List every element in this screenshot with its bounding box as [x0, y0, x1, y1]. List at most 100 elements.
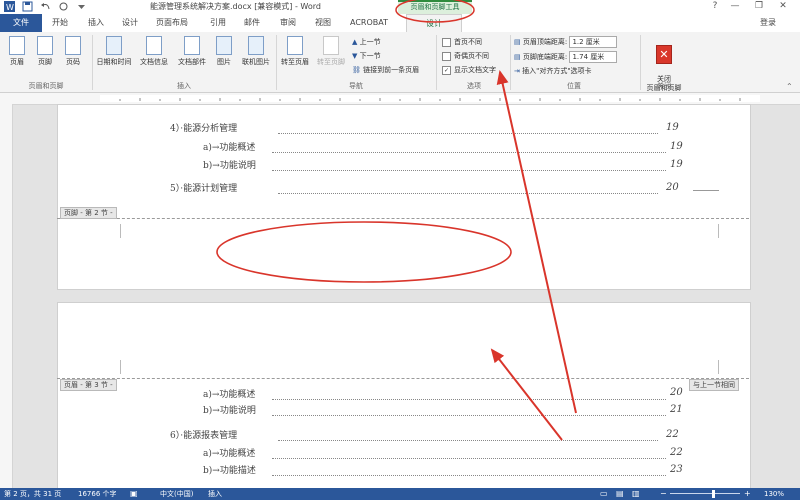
header-button[interactable]: 页眉 — [6, 36, 28, 67]
toc-entry[interactable]: 5）·能源计划管理 — [170, 182, 237, 196]
picture-icon — [216, 36, 232, 55]
toc-entry[interactable]: a)→功能概述 — [203, 447, 255, 461]
different-odd-even-checkbox[interactable]: 奇偶页不同 — [442, 51, 489, 62]
zoom-slider-track[interactable] — [670, 493, 740, 494]
tab-references[interactable]: 引用 — [210, 14, 226, 32]
tab-home[interactable]: 开始 — [52, 14, 68, 32]
footer-bottom-label: 页脚底端距离: — [522, 53, 568, 61]
arrow-down-icon: ▼ — [352, 52, 360, 60]
quick-parts-button[interactable]: 文档部件 — [174, 36, 210, 67]
doc-info-label: 文档信息 — [140, 58, 168, 66]
header-top-label: 页眉顶端距离: — [522, 38, 568, 46]
header-top-input[interactable]: 1.2 厘米 — [569, 36, 618, 48]
next-section-button[interactable]: ▼ 下一节 — [352, 51, 381, 62]
toc-leader-dots — [272, 406, 666, 416]
ribbon-separator — [92, 35, 93, 90]
page-number-icon — [65, 36, 81, 55]
goto-footer-button[interactable]: 转至页脚 — [314, 36, 348, 67]
toc-leader-dots — [272, 466, 666, 476]
print-layout-icon[interactable]: ▤ — [616, 489, 626, 499]
date-time-button[interactable]: 日期和时间 — [94, 36, 134, 67]
different-first-page-label: 首页不同 — [454, 38, 482, 46]
group-label-header-footer: 页眉和页脚 — [28, 82, 64, 90]
proofing-icon[interactable]: ▣ — [130, 489, 140, 499]
tab-bar — [0, 14, 800, 33]
help-button[interactable]: ? — [708, 1, 722, 12]
toc-entry[interactable]: 4）·能源分析管理 — [170, 122, 237, 136]
toc-leader-dots — [278, 431, 658, 441]
tab-view[interactable]: 视图 — [315, 14, 331, 32]
ribbon-separator — [276, 35, 277, 90]
zoom-out-icon[interactable]: − — [660, 488, 667, 500]
redo-icon[interactable] — [58, 1, 69, 12]
ribbon-separator — [510, 35, 511, 90]
toc-entry[interactable]: b)→功能说明 — [203, 404, 256, 418]
footer-bottom-input[interactable]: 1.74 厘米 — [569, 51, 618, 63]
web-layout-icon[interactable]: ▥ — [632, 489, 642, 499]
tab-layout[interactable]: 页面布局 — [156, 14, 188, 32]
checkbox-icon — [442, 51, 451, 61]
status-bar — [0, 488, 800, 500]
header-area[interactable] — [60, 306, 746, 374]
save-icon[interactable] — [22, 1, 33, 12]
footer-button[interactable]: 页脚 — [34, 36, 56, 67]
toc-page-number: 20 — [670, 387, 683, 398]
online-picture-button[interactable]: 联机图片 — [238, 36, 274, 67]
toc-entry[interactable]: 6）·能源报表管理 — [170, 429, 237, 443]
doc-info-button[interactable]: 文档信息 — [136, 36, 172, 67]
tab-design-doc[interactable]: 设计 — [122, 14, 138, 32]
tab-acrobat[interactable]: ACROBAT — [350, 14, 388, 32]
tab-insert[interactable]: 插入 — [88, 14, 104, 32]
toc-entry[interactable]: b)→功能描述 — [203, 464, 256, 478]
group-label-options: 选项 — [467, 82, 481, 90]
previous-section-button[interactable]: ▲ 上一节 — [352, 37, 381, 48]
underline-mark — [693, 190, 719, 191]
toc-entry[interactable]: a)→功能概述 — [203, 388, 255, 402]
picture-button[interactable]: 图片 — [212, 36, 236, 67]
word-count[interactable]: 16766 个字 — [78, 488, 117, 500]
insert-align-tab-button[interactable]: ⇥ 插入"对齐方式"选项卡 — [514, 66, 592, 77]
same-as-previous-label: 与上一节相同 — [689, 379, 739, 391]
footer-icon — [37, 36, 53, 55]
close-window-button[interactable]: ✕ — [776, 1, 790, 12]
toc-page-number: 20 — [666, 182, 679, 193]
maximize-button[interactable]: ❐ — [752, 1, 766, 12]
tab-review[interactable]: 审阅 — [280, 14, 296, 32]
toc-page-number: 22 — [670, 447, 683, 458]
toc-entry[interactable]: a)→功能概述 — [203, 141, 255, 155]
toc-entry[interactable]: b)→功能说明 — [203, 159, 256, 173]
goto-header-icon — [287, 36, 303, 55]
tab-file[interactable]: 文件 — [0, 14, 42, 32]
insert-mode[interactable]: 插入 — [208, 488, 222, 500]
zoom-slider-thumb[interactable] — [712, 490, 715, 498]
insert-align-tab-label: 插入"对齐方式"选项卡 — [522, 67, 592, 75]
ribbon-separator — [640, 35, 641, 90]
language-indicator[interactable]: 中文(中国) — [160, 488, 193, 500]
vertical-ruler[interactable] — [0, 104, 13, 488]
collapse-ribbon-icon[interactable]: ⌃ — [786, 82, 793, 91]
different-first-page-checkbox[interactable]: 首页不同 — [442, 37, 482, 48]
footer-area[interactable] — [60, 221, 746, 283]
undo-icon[interactable] — [40, 1, 51, 12]
tab-header-footer-design[interactable]: 设计 — [406, 14, 462, 33]
minimize-button[interactable]: — — [728, 1, 742, 12]
show-document-text-checkbox[interactable]: ✓ 显示文档文字 — [442, 65, 496, 76]
page-count[interactable]: 第 2 页，共 31 页 — [4, 488, 61, 500]
quick-parts-label: 文档部件 — [178, 58, 206, 66]
login-link[interactable]: 登录 — [760, 14, 776, 32]
different-odd-even-label: 奇偶页不同 — [454, 52, 489, 60]
toc-leader-dots — [272, 143, 666, 153]
page-number-button[interactable]: 页码 — [62, 36, 84, 67]
toc-page-number: 19 — [670, 159, 683, 170]
goto-footer-label: 转至页脚 — [317, 58, 345, 66]
read-mode-icon[interactable]: ▭ — [600, 489, 610, 499]
tab-mailings[interactable]: 邮件 — [244, 14, 260, 32]
customize-toolbar-icon[interactable] — [76, 1, 87, 12]
zoom-level[interactable]: 130% — [764, 488, 784, 500]
link-to-previous-button[interactable]: ⛓ 链接到前一条页眉 — [352, 65, 419, 76]
goto-header-button[interactable]: 转至页眉 — [278, 36, 312, 67]
header-section-label: 页眉 - 第 3 节 - — [60, 379, 117, 391]
picture-label: 图片 — [217, 58, 231, 66]
link-to-previous-label: 链接到前一条页眉 — [363, 66, 420, 74]
zoom-in-icon[interactable]: + — [744, 488, 751, 500]
